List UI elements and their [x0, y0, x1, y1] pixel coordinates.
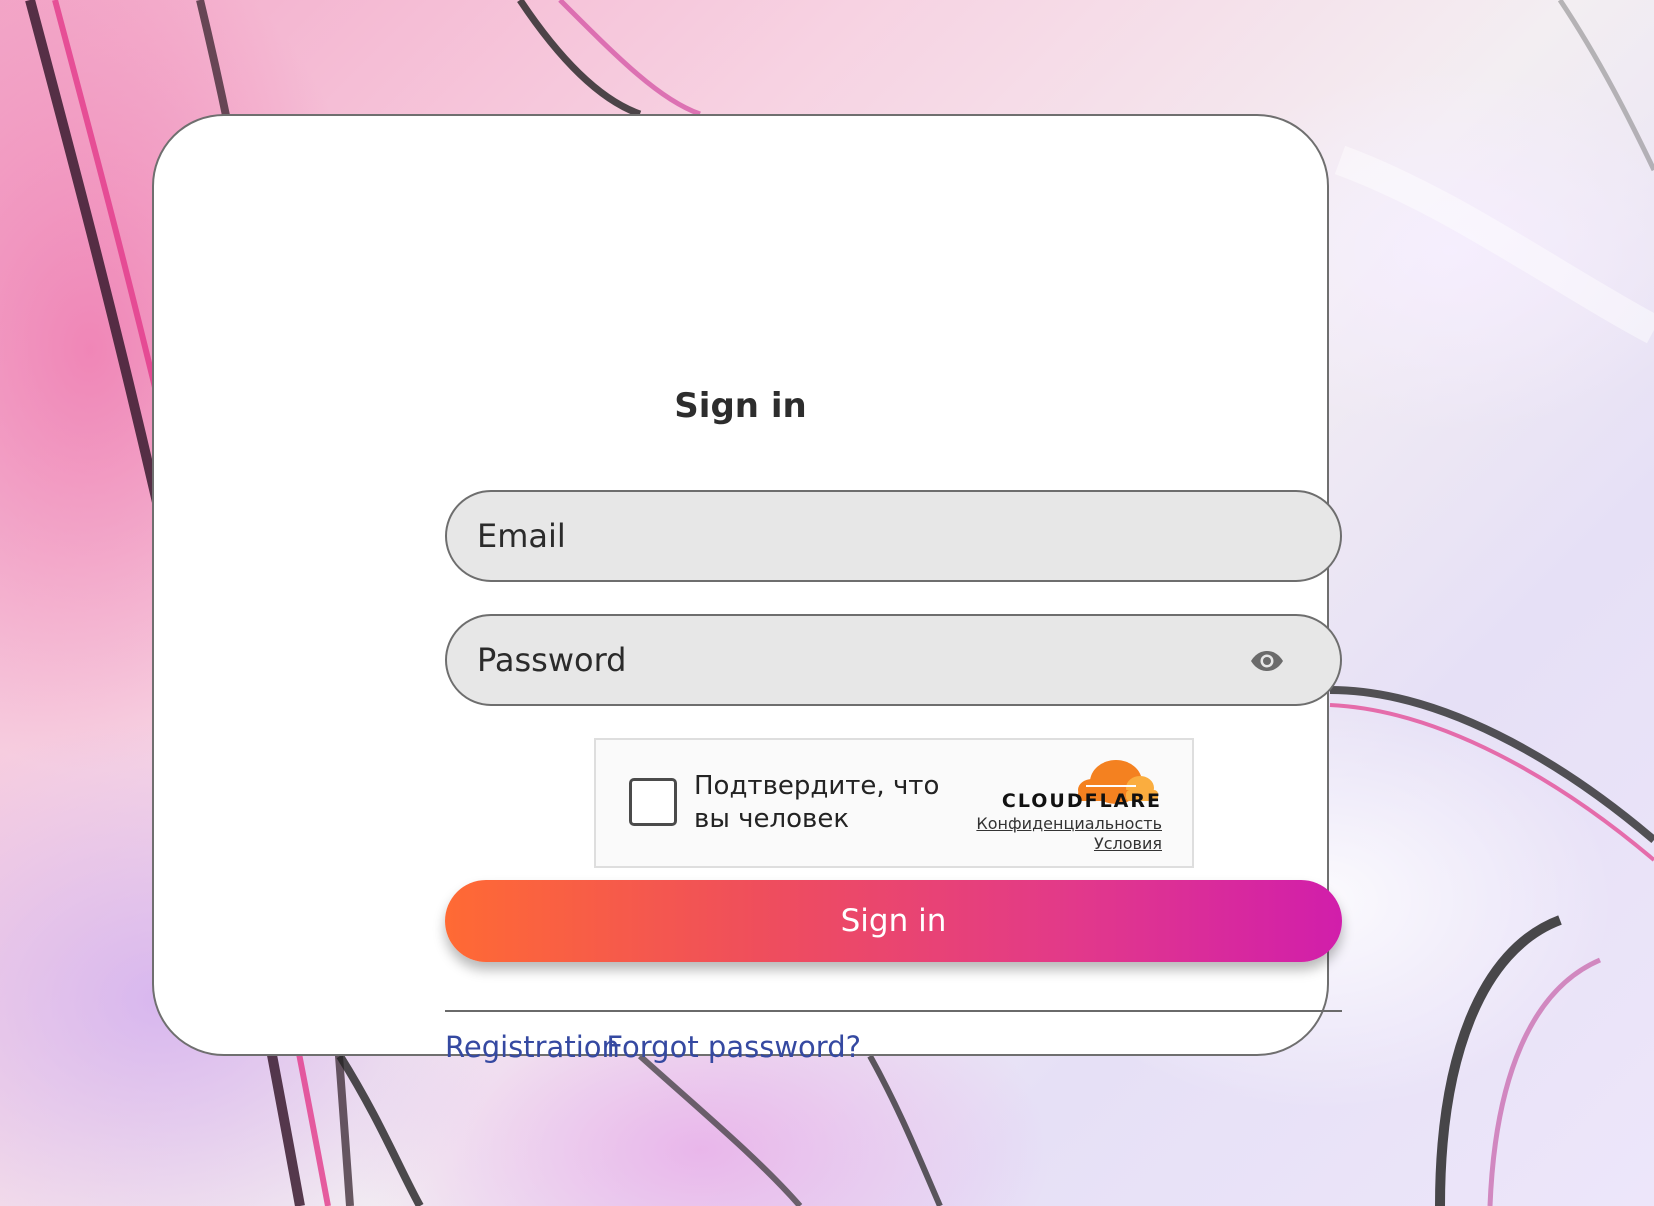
sign-in-card: Sign in Подтвердите, что вы человек CLOU… [152, 114, 1342, 1064]
email-field-container [445, 490, 1342, 582]
captcha-terms-link[interactable]: Условия [1094, 834, 1162, 853]
password-input[interactable] [477, 616, 1310, 704]
divider [445, 1010, 1342, 1012]
eye-icon[interactable] [1250, 646, 1284, 676]
email-input[interactable] [477, 492, 1310, 580]
page-title: Sign in [674, 386, 807, 426]
password-field-container [445, 614, 1342, 706]
registration-link[interactable]: Registration [445, 1030, 620, 1064]
captcha-label: Подтвердите, что вы человек [694, 771, 940, 834]
sign-in-button[interactable]: Sign in [445, 880, 1342, 962]
forgot-password-link[interactable]: Forgot password? [606, 1030, 861, 1064]
captcha-checkbox[interactable] [629, 778, 677, 826]
captcha-privacy-link[interactable]: Конфиденциальность [976, 814, 1162, 833]
cloudflare-captcha: Подтвердите, что вы человек CLOUDFLARE К… [594, 738, 1194, 868]
cloudflare-wordmark: CLOUDFLARE [1001, 790, 1162, 812]
